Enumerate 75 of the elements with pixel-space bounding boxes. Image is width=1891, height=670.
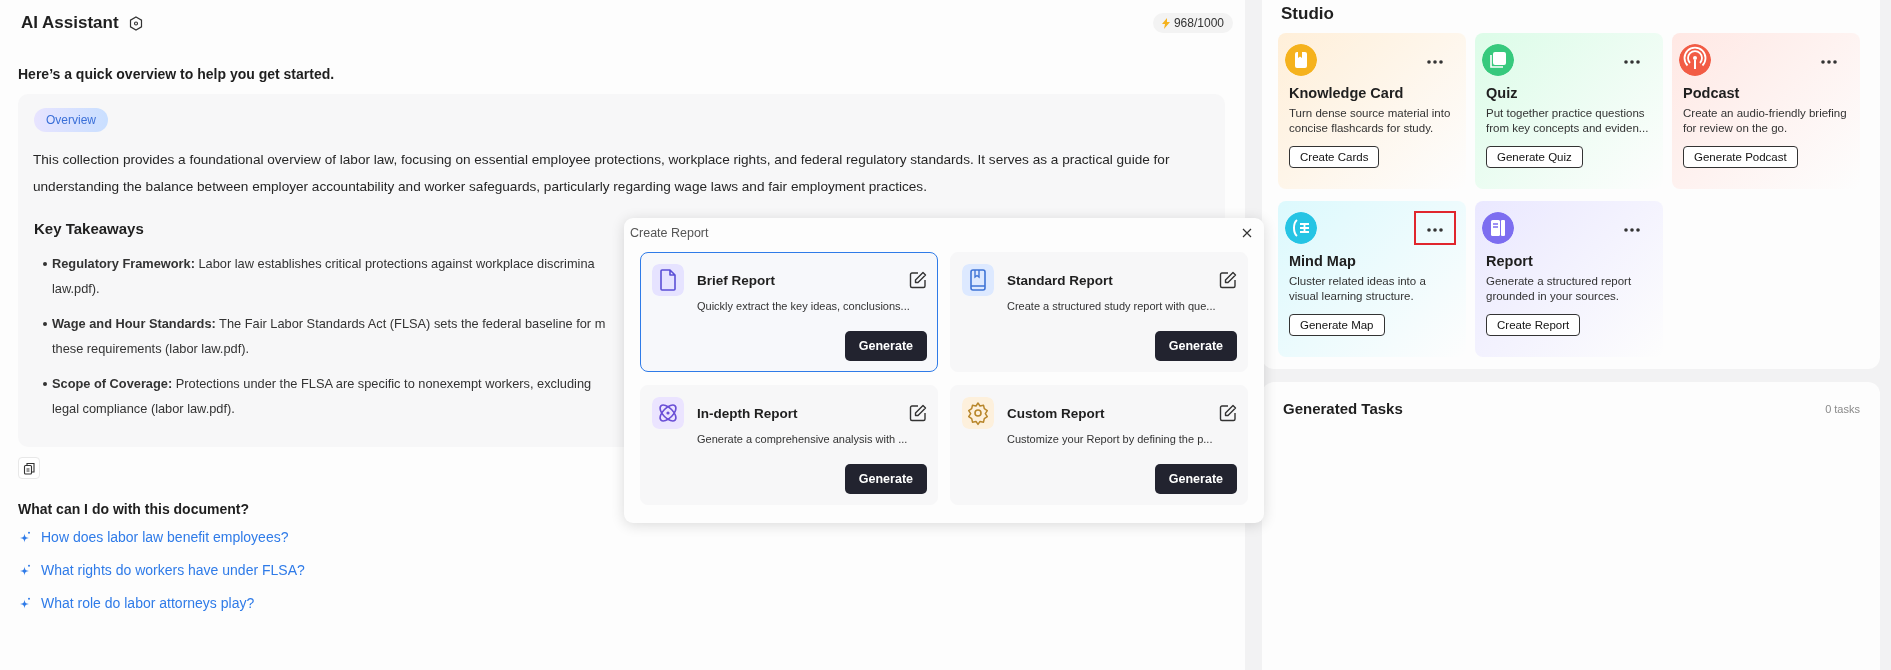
more-icon[interactable] <box>1820 59 1838 65</box>
report-option-card[interactable]: Brief Report Quickly extract the key ideas, conclusions... Generate <box>640 252 938 372</box>
edit-icon[interactable] <box>1219 404 1237 422</box>
card-description: Cluster related ideas into a visual learning structure. <box>1289 274 1427 304</box>
card-title: Knowledge Card <box>1289 85 1405 101</box>
credits-badge: 968/1000 <box>1152 13 1233 33</box>
card-description: Create an audio-friendly briefing for review on the go. <box>1683 106 1848 136</box>
edit-icon[interactable] <box>1219 271 1237 289</box>
close-icon <box>1242 228 1252 238</box>
card-action-button[interactable]: Generate Map <box>1289 314 1385 336</box>
bullet-icon <box>43 322 47 326</box>
tasks-title: Generated Tasks <box>1283 400 1403 417</box>
report-description: Create a structured study report with que... <box>1007 300 1217 312</box>
more-icon[interactable] <box>1426 227 1444 233</box>
report-title: Standard Report <box>1007 272 1114 288</box>
intro-heading: Here’s a quick overview to help you get started. <box>18 66 336 82</box>
hexagon-icon[interactable] <box>128 15 143 31</box>
more-icon[interactable] <box>1426 59 1444 65</box>
takeaway-text: these requirements (labor law.pdf). <box>52 340 250 358</box>
card-title: Podcast <box>1683 85 1741 101</box>
overview-tag: Overview <box>34 108 108 132</box>
takeaway-text: Regulatory Framework: Labor law establishes critical protections against workplace discrimina <box>52 255 595 273</box>
generate-button[interactable]: Generate <box>1154 331 1237 361</box>
report-title: Brief Report <box>697 272 776 288</box>
report-option-card[interactable]: In-depth Report Generate a comprehensive analysis with ... Generate <box>640 385 938 505</box>
dialog-title: Create Report <box>630 226 709 240</box>
card-title: Quiz <box>1486 85 1519 101</box>
card-title: Mind Map <box>1289 253 1357 269</box>
card-description: Generate a structured report grounded in your sources. <box>1486 274 1633 304</box>
report-type-icon <box>652 264 684 296</box>
sparkle-icon <box>20 531 31 543</box>
copy-icon <box>22 461 36 475</box>
report-title: Custom Report <box>1007 405 1106 421</box>
card-action-button[interactable]: Create Cards <box>1289 146 1380 168</box>
report-title: In-depth Report <box>697 405 799 421</box>
close-button[interactable] <box>1240 226 1254 240</box>
edit-icon[interactable] <box>909 271 927 289</box>
sparkle-icon <box>20 597 31 609</box>
report-option-card[interactable]: Standard Report Create a structured study report with que... Generate <box>950 252 1248 372</box>
generate-button[interactable]: Generate <box>1154 464 1237 494</box>
edit-icon[interactable] <box>909 404 927 422</box>
bullet-icon <box>43 262 47 266</box>
card-action-button[interactable]: Generate Quiz <box>1486 146 1583 168</box>
sparkle-icon <box>20 564 31 576</box>
card-description: Turn dense source material into concise flashcards for study. <box>1289 106 1452 136</box>
copy-button[interactable] <box>18 457 40 479</box>
more-icon[interactable] <box>1623 227 1641 233</box>
report-description: Customize your Report by defining the p... <box>1007 433 1214 445</box>
takeaway-text: law.pdf). <box>52 280 100 298</box>
suggested-question-link[interactable]: What role do labor attorneys play? <box>41 595 255 611</box>
card-action-button[interactable]: Create Report <box>1486 314 1581 336</box>
report-type-icon <box>962 397 994 429</box>
card-description: Put together practice questions from key concepts and eviden... <box>1486 106 1650 136</box>
takeaway-text: legal compliance (labor law.pdf). <box>52 400 235 418</box>
report-type-icon <box>962 264 994 296</box>
report-description: Quickly extract the key ideas, conclusions... <box>697 300 911 312</box>
bullet-icon <box>43 382 47 386</box>
card-title: Report <box>1486 253 1534 269</box>
generate-button[interactable]: Generate <box>844 331 927 361</box>
panel-title: AI Assistant <box>21 13 119 33</box>
summary-paragraph: This collection provides a foundational overview of labor law, focusing on essential employee protections, workplace rights, and federal regulatory standards. It serves as a practical guide for understanding the balance between employer accountability and worker safeguards, particularly regarding wage laws and fair employment practices. <box>33 151 1171 196</box>
report-type-icon <box>652 397 684 429</box>
takeaway-text: Wage and Hour Standards: The Fair Labor Standards Act (FLSA) sets the federal baseline for m <box>52 315 606 333</box>
questions-heading: What can I do with this document? <box>18 501 249 517</box>
report-option-card[interactable]: Custom Report Customize your Report by defining the p... Generate <box>950 385 1248 505</box>
suggested-question-link[interactable]: How does labor law benefit employees? <box>41 529 289 545</box>
task-count: 0 tasks <box>1825 402 1860 415</box>
more-icon[interactable] <box>1623 59 1641 65</box>
generate-button[interactable]: Generate <box>844 464 927 494</box>
takeaway-text: Scope of Coverage: Protections under the FLSA are specific to nonexempt workers, excluding <box>52 375 592 393</box>
studio-title: Studio <box>1281 4 1335 24</box>
card-action-button[interactable]: Generate Podcast <box>1683 146 1798 168</box>
suggested-question-link[interactable]: What rights do workers have under FLSA? <box>41 562 305 578</box>
section-heading: Key Takeaways <box>34 220 144 237</box>
report-description: Generate a comprehensive analysis with ... <box>697 433 909 445</box>
